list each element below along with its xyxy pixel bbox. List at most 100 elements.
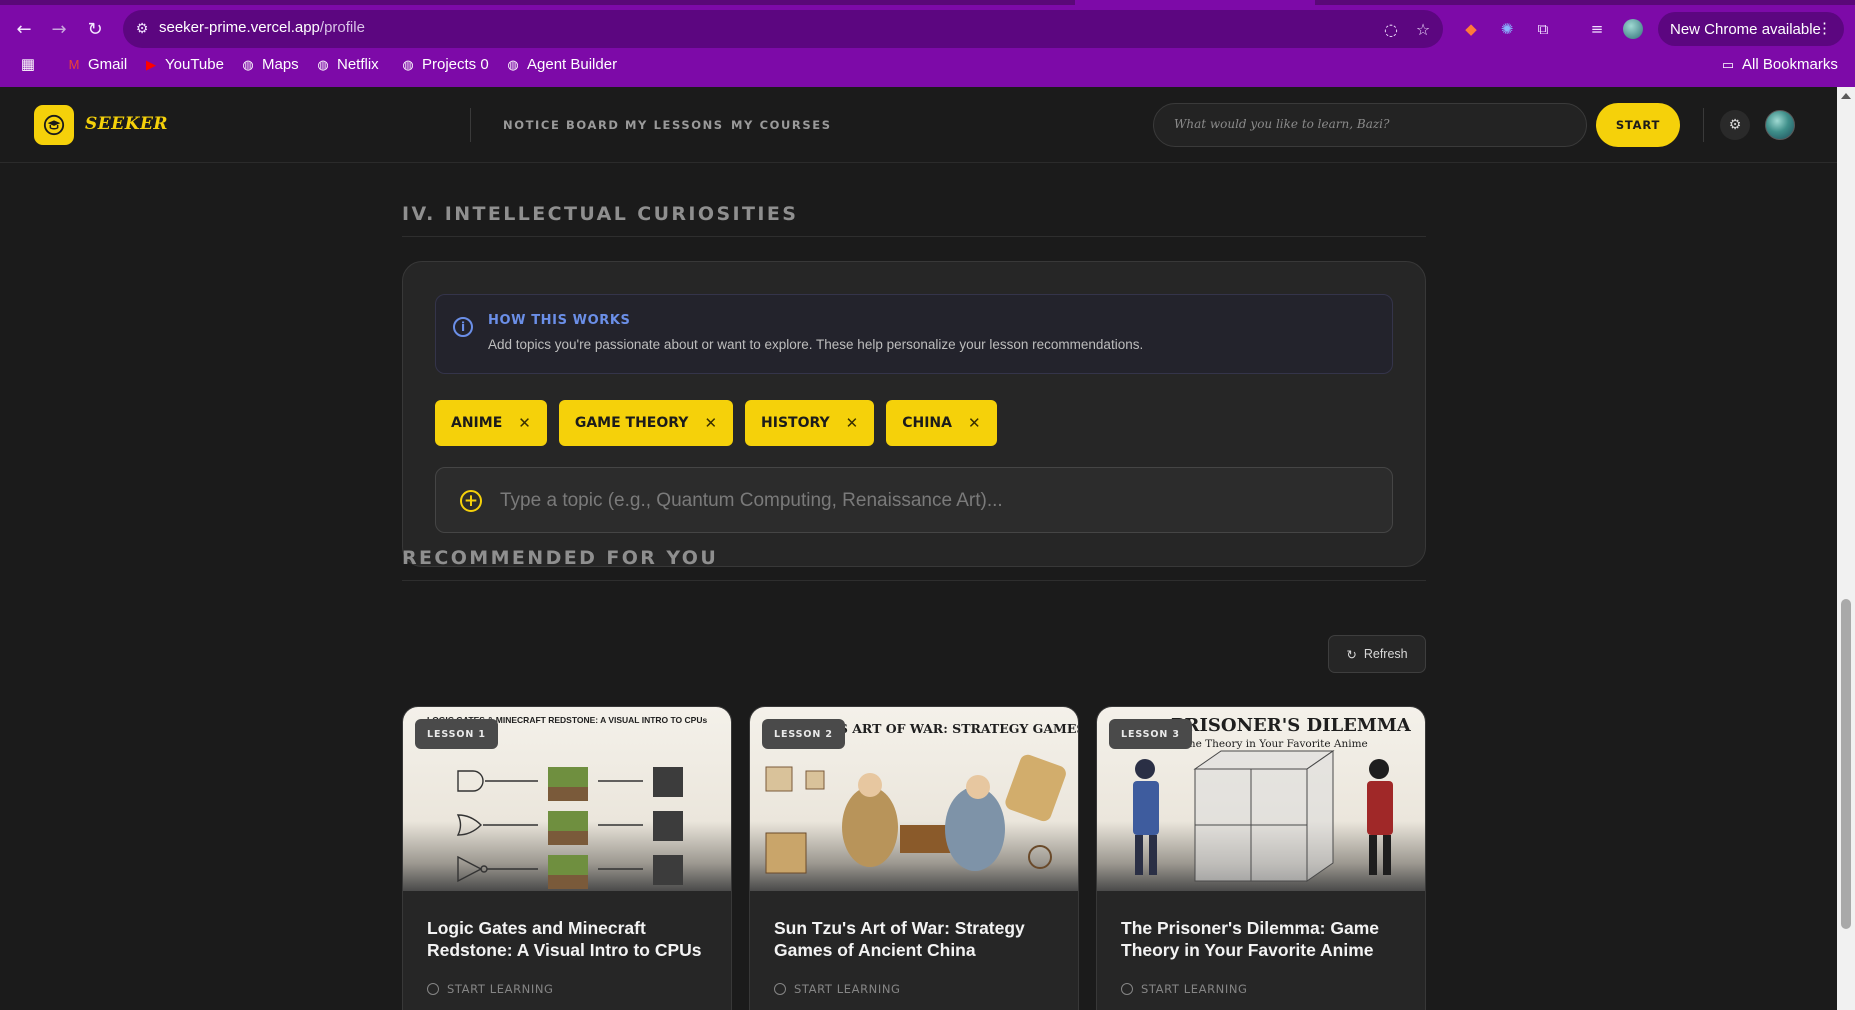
all-bookmarks-label: All Bookmarks [1742, 56, 1838, 73]
topic-chip-history: HISTORY ✕ [745, 400, 875, 446]
profile-avatar-icon[interactable] [1622, 18, 1644, 40]
chip-label: HISTORY [761, 415, 830, 431]
remove-chip-icon[interactable]: ✕ [846, 414, 859, 432]
remove-chip-icon[interactable]: ✕ [518, 414, 531, 432]
bookmarks-bar: ▦ M Gmail ▶ YouTube ◍ Maps ◍ Netflix ◍ Projec… [0, 53, 1855, 79]
bookmark-label: Netflix [337, 56, 379, 73]
extensions-puzzle-icon[interactable]: ⧉ [1532, 18, 1554, 40]
lesson-thumbnail-logic-gates: LOGIC GATES & MINECRAFT REDSTONE: A VISU… [403, 707, 731, 891]
lesson-thumbnail-sun-tzu: SUN TZU'S ART OF WAR: STRATEGY GAMES OF … [750, 707, 1078, 891]
lesson-card-2[interactable]: SUN TZU'S ART OF WAR: STRATEGY GAMES OF … [749, 706, 1079, 1010]
learn-search-placeholder: What would you like to learn, Bazi? [1174, 117, 1390, 131]
header-divider [470, 108, 471, 142]
bookmark-label: YouTube [165, 56, 224, 73]
start-learning-label: START LEARNING [1141, 982, 1248, 996]
bookmark-netflix[interactable]: ◍ Netflix [315, 56, 379, 73]
lesson-badge: LESSON 2 [762, 719, 845, 749]
nav-notice-board[interactable]: NOTICE BOARD [503, 118, 620, 132]
globe-icon: ◍ [507, 56, 519, 72]
profile-main: IV. INTELLECTUAL CURIOSITIES i HOW THIS … [0, 164, 1837, 1010]
refresh-icon: ↻ [1346, 647, 1357, 662]
bookmark-gmail[interactable]: M Gmail [66, 56, 128, 73]
bookmark-label: Projects 0 [422, 56, 489, 73]
apps-grid-icon[interactable]: ▦ [20, 56, 36, 73]
remove-chip-icon[interactable]: ✕ [704, 414, 717, 432]
how-this-works-title: HOW THIS WORKS [488, 313, 631, 328]
topic-chip-anime: ANIME ✕ [435, 400, 547, 446]
settings-gear-icon[interactable]: ⚙ [1720, 110, 1750, 140]
reload-icon[interactable]: ↻ [82, 16, 108, 42]
address-bar[interactable]: ⚙ seeker-prime.vercel.app/profile ◌ ☆ [123, 10, 1443, 48]
add-topic-input[interactable] [500, 483, 1370, 519]
new-chrome-available-button[interactable]: New Chrome available ⋮ [1658, 12, 1844, 46]
start-learning-link[interactable]: START LEARNING [427, 982, 554, 996]
back-icon[interactable]: ← [11, 16, 37, 42]
bookmark-youtube[interactable]: ▶ YouTube [143, 56, 224, 73]
app-header: SEEKER NOTICE BOARD MY LESSONS MY COURSE… [0, 87, 1837, 163]
nav-my-lessons[interactable]: MY LESSONS [625, 118, 724, 132]
extension-fox-icon[interactable]: ◆ [1460, 18, 1482, 40]
forward-icon[interactable]: → [46, 16, 72, 42]
chip-label: CHINA [902, 415, 952, 431]
clock-icon [774, 983, 786, 995]
start-learning-link[interactable]: START LEARNING [774, 982, 901, 996]
eye-off-icon[interactable]: ◌ [1380, 18, 1402, 40]
learn-search-input[interactable]: What would you like to learn, Bazi? [1153, 103, 1587, 147]
bookmark-agent-builder[interactable]: ◍ Agent Builder [505, 56, 617, 73]
add-topic-field[interactable]: + [435, 467, 1393, 533]
lesson-thumbnail-prisoners-dilemma: PRISONER'S DILEMMA Game Theory in Your F… [1097, 707, 1425, 891]
nav-my-courses[interactable]: MY COURSES [731, 118, 832, 132]
header-divider [1703, 108, 1704, 142]
bookmark-label: Gmail [88, 56, 128, 73]
bookmark-maps[interactable]: ◍ Maps [240, 56, 298, 73]
url-text[interactable]: seeker-prime.vercel.app/profile [159, 19, 365, 36]
scroll-up-arrow-icon[interactable] [1841, 93, 1851, 99]
lesson-title[interactable]: Sun Tzu's Art of War: Strategy Games of … [774, 917, 1064, 961]
lesson-title[interactable]: Logic Gates and Minecraft Redstone: A Vi… [427, 917, 717, 961]
media-control-icon[interactable]: ≡ [1586, 18, 1608, 40]
intellectual-curiosities-title: IV. INTELLECTUAL CURIOSITIES [402, 203, 799, 225]
chip-label: GAME THEORY [574, 415, 689, 431]
bookmark-label: Agent Builder [527, 56, 618, 73]
refresh-button[interactable]: ↻ Refresh [1328, 635, 1426, 673]
tab-strip-segment [0, 0, 1075, 5]
all-bookmarks[interactable]: ▭ All Bookmarks [1720, 56, 1838, 73]
lesson-card-3[interactable]: PRISONER'S DILEMMA Game Theory in Your F… [1096, 706, 1426, 1010]
logo-text[interactable]: SEEKER [85, 114, 168, 134]
gmail-icon: M [68, 57, 80, 72]
start-learning-link[interactable]: START LEARNING [1121, 982, 1248, 996]
info-icon: i [453, 317, 473, 337]
folder-icon: ▭ [1721, 56, 1735, 72]
how-this-works-text: Add topics you're passionate about or wa… [488, 337, 1144, 352]
lesson-title[interactable]: The Prisoner's Dilemma: Game Theory in Y… [1121, 917, 1411, 961]
globe-icon: ◍ [402, 56, 414, 72]
new-chrome-label: New Chrome available [1670, 20, 1821, 38]
topic-chip-china: CHINA ✕ [886, 400, 997, 446]
remove-chip-icon[interactable]: ✕ [968, 414, 981, 432]
refresh-label: Refresh [1363, 647, 1408, 661]
globe-icon: ◍ [317, 56, 329, 72]
topic-chips: ANIME ✕ GAME THEORY ✕ HISTORY ✕ CHINA ✕ [435, 400, 997, 446]
scrollbar-thumb[interactable] [1841, 599, 1851, 929]
kebab-menu-icon: ⋮ [1817, 20, 1832, 37]
user-avatar[interactable] [1765, 110, 1795, 140]
plus-circle-icon: + [460, 490, 482, 512]
extension-gear-icon[interactable]: ✺ [1496, 18, 1518, 40]
start-learning-label: START LEARNING [447, 982, 554, 996]
start-button[interactable]: START [1596, 103, 1680, 147]
section-divider [402, 236, 1426, 237]
lesson-badge: LESSON 1 [415, 719, 498, 749]
lesson-card-1[interactable]: LOGIC GATES & MINECRAFT REDSTONE: A VISU… [402, 706, 732, 1010]
start-learning-label: START LEARNING [794, 982, 901, 996]
browser-chrome: ← → ↻ ⚙ seeker-prime.vercel.app/profile … [0, 0, 1855, 87]
logo-graduation-cap-icon[interactable] [34, 105, 74, 145]
star-icon[interactable]: ☆ [1412, 18, 1434, 40]
site-info-icon[interactable]: ⚙ [131, 18, 153, 40]
recommended-title: RECOMMENDED FOR YOU [402, 547, 719, 569]
interests-card: i HOW THIS WORKS Add topics you're passi… [402, 261, 1426, 567]
chip-label: ANIME [451, 415, 503, 431]
clock-icon [427, 983, 439, 995]
tab-strip [0, 0, 1855, 5]
bookmark-projects[interactable]: ◍ Projects 0 [400, 56, 489, 73]
page-scrollbar[interactable] [1837, 87, 1855, 1010]
